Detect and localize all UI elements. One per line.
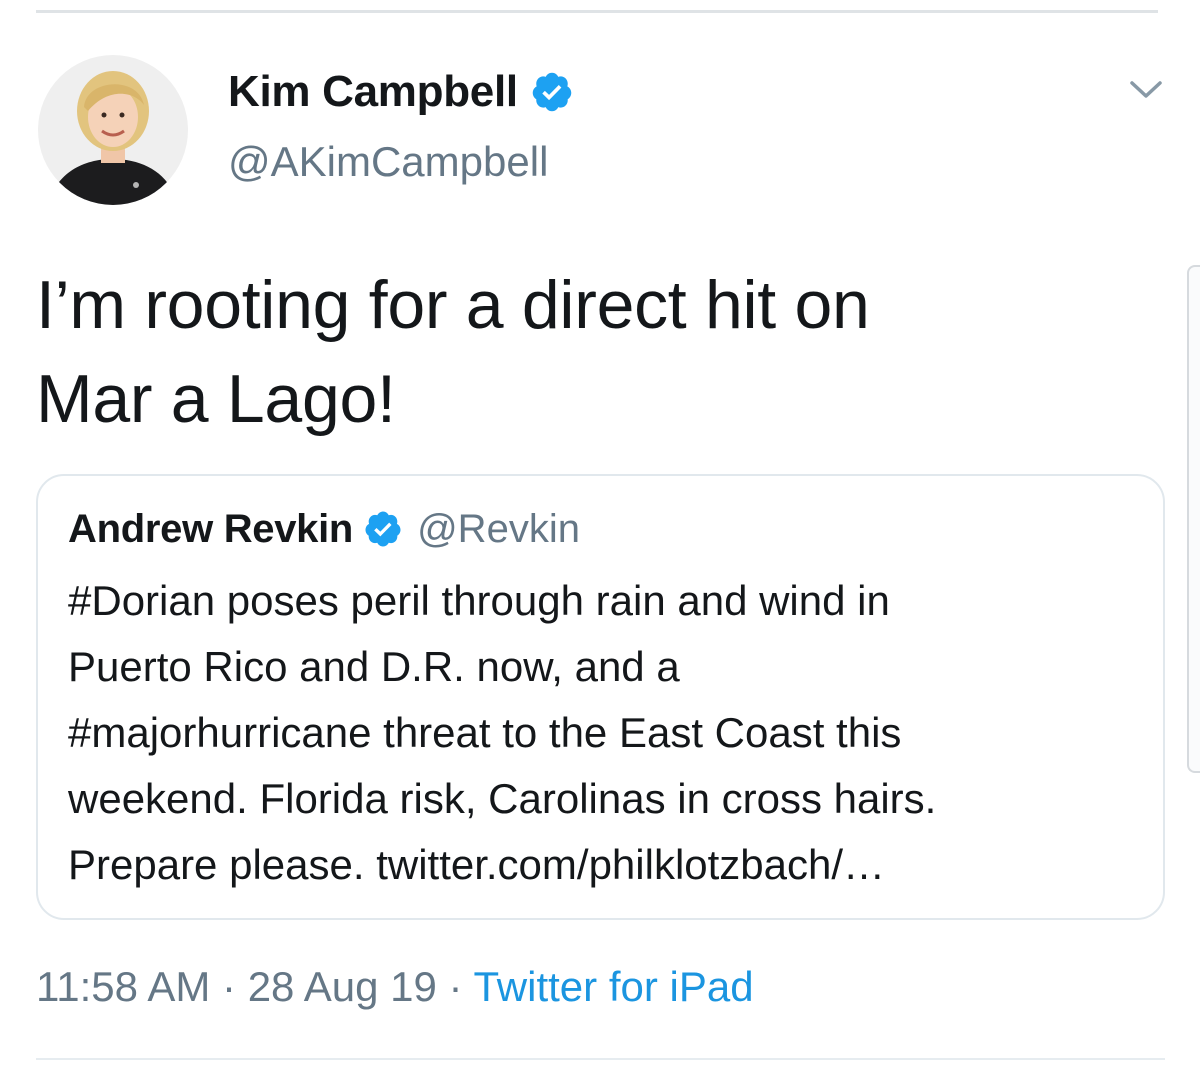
- scrollbar[interactable]: [1187, 265, 1200, 773]
- quoted-text-line: weekend. Florida risk, Carolinas in cros…: [68, 775, 937, 822]
- top-divider: [36, 10, 1158, 13]
- quoted-tweet-text: #Dorian poses peril through rain and win…: [68, 568, 1148, 898]
- tweet-text-line: Mar a Lago!: [36, 361, 396, 437]
- quoted-tweet-header: Andrew Revkin @Revkin: [68, 506, 580, 552]
- quoted-tweet-card[interactable]: Andrew Revkin @Revkin #Dorian poses peri…: [36, 474, 1165, 920]
- tweet-source-link[interactable]: Twitter for iPad: [473, 963, 753, 1010]
- quoted-author-name: Andrew Revkin: [68, 506, 354, 551]
- avatar[interactable]: [38, 55, 188, 205]
- tweet-text-line: I’m rooting for a direct hit on: [36, 267, 870, 343]
- meta-separator: ·: [448, 963, 463, 1010]
- quoted-author-handle: @Revkin: [417, 506, 580, 551]
- meta-separator: ·: [222, 963, 237, 1010]
- author-display-name[interactable]: Kim Campbell: [228, 67, 518, 117]
- verified-badge-icon: [530, 70, 574, 114]
- chevron-down-icon[interactable]: [1128, 78, 1164, 102]
- tweet-author[interactable]: Kim Campbell @AKimCampbell: [228, 62, 574, 186]
- author-handle[interactable]: @AKimCampbell: [228, 138, 574, 186]
- tweet-date[interactable]: 28 Aug 19: [248, 963, 437, 1010]
- tweet-time[interactable]: 11:58 AM: [36, 963, 210, 1010]
- quoted-text-line: #Dorian poses peril through rain and win…: [68, 577, 890, 624]
- tweet-metadata: 11:58 AM · 28 Aug 19 · Twitter for iPad: [36, 963, 754, 1011]
- quoted-text-line: #majorhurricane threat to the East Coast…: [68, 709, 902, 756]
- bottom-divider: [36, 1058, 1165, 1060]
- tweet-text: I’m rooting for a direct hit on Mar a La…: [36, 258, 1136, 446]
- verified-badge-icon: [363, 509, 403, 549]
- quoted-text-line: Prepare please. twitter.com/philklotzbac…: [68, 841, 886, 888]
- quoted-text-line: Puerto Rico and D.R. now, and a: [68, 643, 680, 690]
